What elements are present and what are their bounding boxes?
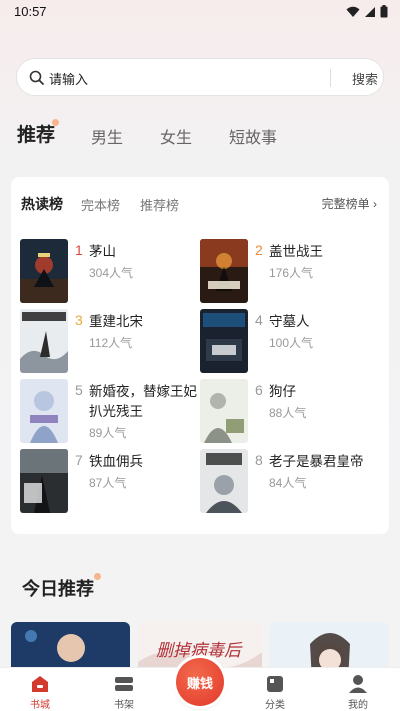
book-cover <box>200 379 248 443</box>
book-cover <box>200 449 248 513</box>
book-title: 新婚夜，替嫁王妃扒光残王 <box>89 384 197 419</box>
status-icons <box>346 5 388 18</box>
book-item[interactable]: 7 铁血佣兵 87人气 <box>20 449 198 513</box>
book-cover <box>20 309 68 373</box>
book-rank: 1 <box>75 242 83 258</box>
book-cover <box>200 239 248 303</box>
channel-tabs: 推荐 男生 女生 短故事 <box>0 118 400 148</box>
earn-label: 赚钱 <box>186 676 213 691</box>
nav-item-bookstore[interactable]: 书城 <box>10 668 70 711</box>
nav-label: 分类 <box>265 700 285 711</box>
book-popularity: 176人气 <box>269 266 314 280</box>
tab-recommend[interactable]: 推荐 <box>17 120 55 147</box>
tab-active-dot <box>52 119 59 126</box>
nav-label: 书城 <box>30 700 50 711</box>
search-divider <box>330 69 331 87</box>
book-rank: 4 <box>255 312 263 328</box>
book-item[interactable]: 6 狗仔 88人气 <box>200 379 378 443</box>
rank-tab-completed[interactable]: 完本榜 <box>81 195 120 214</box>
book-title: 茅山 <box>89 244 116 259</box>
profile-icon <box>349 675 367 693</box>
nav-item-category[interactable]: 分类 <box>245 668 305 711</box>
book-item[interactable]: 3 重建北宋 112人气 <box>20 309 198 373</box>
book-title: 盖世战王 <box>269 244 323 259</box>
search-icon <box>29 70 44 85</box>
status-bar: 10:57 <box>0 0 400 26</box>
battery-icon <box>380 5 388 18</box>
book-popularity: 89人气 <box>89 426 127 440</box>
tab-female[interactable]: 女生 <box>160 124 192 148</box>
section-title-today: 今日推荐 <box>22 579 94 599</box>
book-cover <box>200 309 248 373</box>
book-title: 重建北宋 <box>89 314 143 329</box>
nav-item-bookshelf[interactable]: 书架 <box>94 668 154 711</box>
book-title: 守墓人 <box>269 314 310 329</box>
wifi-icon <box>346 6 360 17</box>
section-title-dot <box>94 573 101 580</box>
home-icon <box>32 676 48 692</box>
book-rank: 5 <box>75 382 83 398</box>
earn-button[interactable]: 赚钱 <box>176 658 224 706</box>
book-popularity: 84人气 <box>269 476 307 490</box>
book-rank: 8 <box>255 452 263 468</box>
book-popularity: 304人气 <box>89 266 134 280</box>
nav-label: 书架 <box>114 700 134 711</box>
book-cover <box>20 449 68 513</box>
signal-icon <box>365 6 375 17</box>
book-title: 狗仔 <box>269 384 296 399</box>
book-rank: 7 <box>75 452 83 468</box>
book-item[interactable]: 2 盖世战王 176人气 <box>200 239 378 303</box>
book-rank: 6 <box>255 382 263 398</box>
book-rank: 2 <box>255 242 263 258</box>
bookshelf-icon <box>115 677 133 691</box>
book-popularity: 87人气 <box>89 476 127 490</box>
book-item[interactable]: 1 茅山 304人气 <box>20 239 198 303</box>
book-popularity: 112人气 <box>89 336 133 350</box>
tab-male[interactable]: 男生 <box>91 124 123 148</box>
rank-tab-hot[interactable]: 热读榜 <box>21 194 63 214</box>
status-time: 10:57 <box>14 4 47 19</box>
tab-short-story[interactable]: 短故事 <box>229 124 277 148</box>
book-cover <box>20 239 68 303</box>
book-popularity: 88人气 <box>269 406 307 420</box>
book-title: 老子是暴君皇帝 <box>269 454 364 469</box>
search-bar[interactable]: 请输入 搜索 <box>16 58 384 96</box>
book-item[interactable]: 5 新婚夜，替嫁王妃扒光残王 89人气 <box>20 379 198 443</box>
rank-tab-recommended[interactable]: 推荐榜 <box>140 195 179 214</box>
search-button[interactable]: 搜索 <box>352 69 378 88</box>
book-item[interactable]: 4 守墓人 100人气 <box>200 309 378 373</box>
nav-item-profile[interactable]: 我的 <box>328 668 388 711</box>
book-rank: 3 <box>75 312 83 328</box>
book-cover <box>20 379 68 443</box>
book-title: 铁血佣兵 <box>89 454 143 469</box>
search-input[interactable]: 请输入 <box>49 69 88 88</box>
nav-label: 我的 <box>348 700 368 711</box>
book-item[interactable]: 8 老子是暴君皇帝 84人气 <box>200 449 378 513</box>
full-list-link[interactable]: 完整榜单 › <box>322 195 377 212</box>
category-icon <box>267 676 283 692</box>
book-popularity: 100人气 <box>269 336 314 350</box>
ranking-card: 热读榜 完本榜 推荐榜 完整榜单 › 1 茅山 304人气 2 盖世战王 176… <box>11 177 389 534</box>
